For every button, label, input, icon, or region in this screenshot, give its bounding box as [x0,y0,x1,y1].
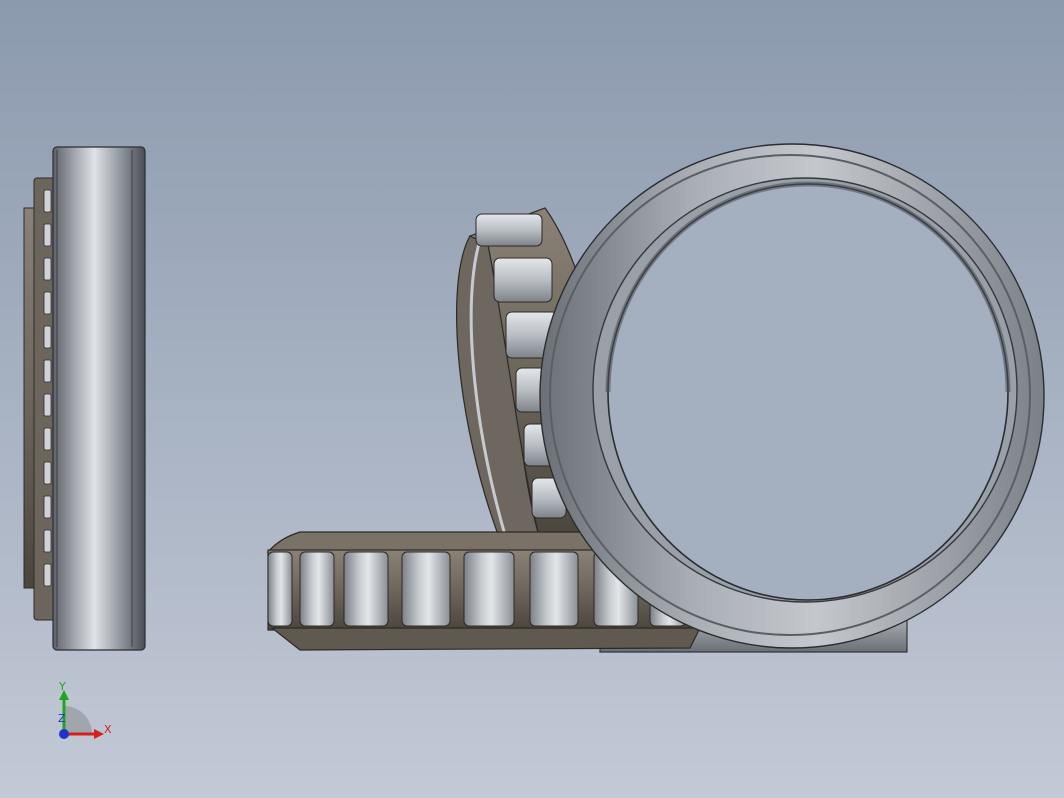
tilted-roller [493,257,553,303]
flat-roller [343,551,389,627]
flat-roller [529,551,579,627]
view-orientation-triad[interactable]: Y X Z [58,680,112,739]
side-roller [43,461,52,485]
triad-x-arrow [94,729,104,739]
flat-roller [267,551,293,627]
triad-x-label: X [104,723,112,736]
flat-roller [299,551,335,627]
side-roller [43,427,52,451]
side-roller [43,393,52,417]
side-roller [43,529,52,553]
side-roller [43,495,52,519]
triad-z-axis [59,729,69,739]
flat-roller [463,551,515,627]
outer-cup-ring-upright[interactable] [539,143,1045,649]
side-roller [43,223,52,247]
side-roller [43,291,52,315]
side-roller [43,189,52,213]
tilted-roller [475,213,543,247]
flat-cone-bottom-rib [270,627,701,651]
triad-plane-indicator [64,706,92,734]
side-view-bearing[interactable] [23,146,146,651]
triad-y-label: Y [58,680,66,693]
side-roller [43,257,52,281]
model-scene[interactable]: Y X Z [0,0,1064,798]
flat-roller [401,551,451,627]
triad-z-label: Z [58,712,66,725]
graphics-viewport[interactable]: Y X Z [0,0,1064,798]
side-roller [43,359,52,383]
side-roller [43,563,52,587]
side-outer-ring [52,146,146,651]
side-roller [43,325,52,349]
